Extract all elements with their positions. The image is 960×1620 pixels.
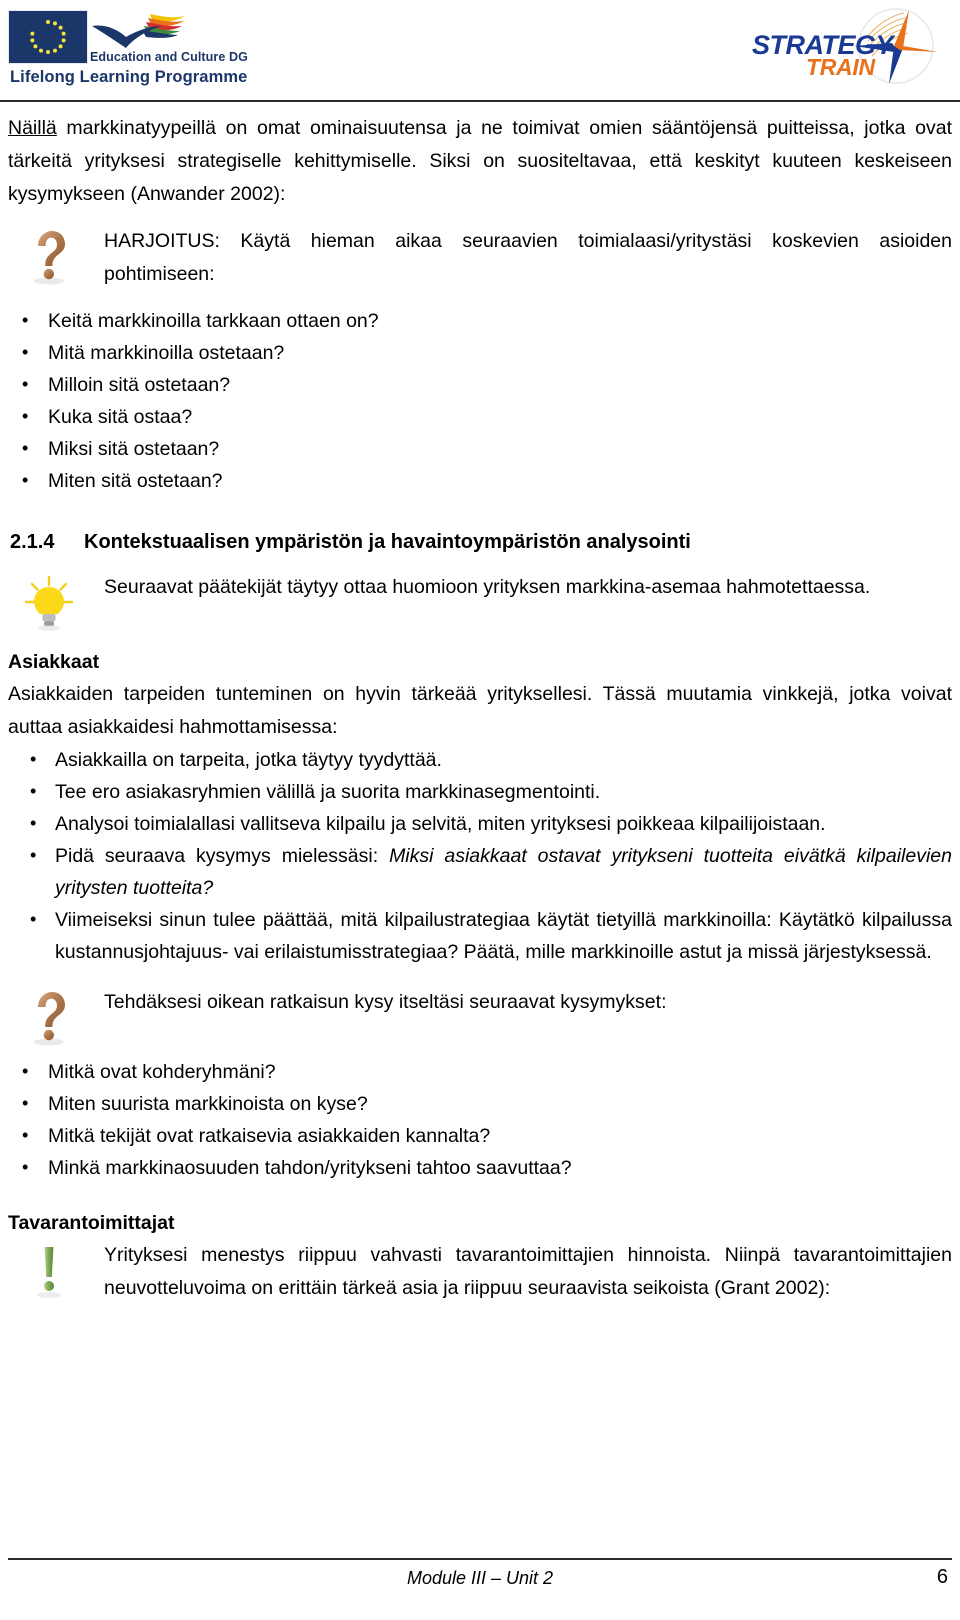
customers-heading: Asiakkaat (8, 651, 100, 673)
intro-paragraph: Näillä markkinatyypeillä on omat ominais… (8, 112, 952, 211)
lightbulb-icon (24, 575, 74, 631)
list-item: Milloin sitä ostetaan? (8, 368, 952, 401)
list-item: Mitkä ovat kohderyhmäni? (8, 1055, 952, 1088)
tip-callout-text: Seuraavat päätekijät täytyy ottaa huomio… (104, 576, 871, 598)
exclamation-mark-icon (37, 1247, 61, 1298)
header-divider (0, 100, 960, 102)
list-item: Miksi sitä ostetaan? (8, 432, 952, 465)
exercise-callout-text: HARJOITUS: Käytä hieman aikaa seuraavien… (104, 230, 952, 285)
customers-bullet-list: Asiakkailla on tarpeita, jotka täytyy ty… (8, 743, 952, 968)
list-item: Miten sitä ostetaan? (8, 464, 952, 497)
list-item: Miten suurista markkinoista on kyse? (8, 1087, 952, 1120)
list-item: Mitkä tekijät ovat ratkaisevia asiakkaid… (8, 1119, 952, 1152)
exercise-question-list: Keitä markkinoilla tarkkaan ottaen on? M… (8, 304, 952, 497)
list-item: Minkä markkinaosuuden tahdon/yritykseni … (8, 1151, 952, 1184)
suppliers-heading: Tavarantoimittajat (8, 1212, 175, 1234)
footer-divider (8, 1558, 952, 1560)
decision-question-list: Mitkä ovat kohderyhmäni? Miten suurista … (8, 1055, 952, 1184)
suppliers-callout-text: Yrityksesi menestys riippuu vahvasti tav… (104, 1244, 952, 1299)
strategy-train-word2: TRAIN (806, 54, 875, 80)
section-heading: 2.1.4 Kontekstuaalisen ympäristön ja hav… (8, 527, 952, 557)
section-number: 2.1.4 (10, 531, 55, 553)
suppliers-callout: Yrityksesi menestys riippuu vahvasti tav… (8, 1239, 952, 1305)
list-item: Asiakkailla on tarpeita, jotka täytyy ty… (8, 743, 952, 776)
section-title: Kontekstuaalisen ympäristön ja havaintoy… (84, 531, 691, 553)
customers-paragraph: Asiakkaiden tarpeiden tunteminen on hyvi… (8, 683, 952, 738)
eu-flag-icon (8, 10, 88, 64)
page-footer: Module III – Unit 2 6 (8, 1558, 952, 1604)
strategy-train-logo: STRATEGY TRAIN (750, 4, 950, 90)
education-culture-swoosh-icon (92, 14, 185, 48)
list-item: Pidä seuraava kysymys mielessäsi: Miksi … (8, 839, 952, 904)
list-item: Keitä markkinoilla tarkkaan ottaen on? (8, 304, 952, 337)
eu-lifelong-learning-logo: Education and Culture DG Lifelong Learni… (8, 6, 248, 90)
page-header: Education and Culture DG Lifelong Learni… (0, 0, 960, 104)
list-item: Viimeiseksi sinun tulee päättää, mitä ki… (8, 903, 952, 968)
list-item: Mitä markkinoilla ostetaan? (8, 336, 952, 369)
question-mark-icon (34, 992, 65, 1046)
page-content: Näillä markkinatyypeillä on omat ominais… (8, 112, 952, 1305)
decision-callout-text: Tehdäksesi oikean ratkaisun kysy itseltä… (104, 991, 667, 1013)
decision-callout: Tehdäksesi oikean ratkaisun kysy itseltä… (8, 986, 952, 1046)
document-page: Education and Culture DG Lifelong Learni… (0, 0, 960, 1620)
lifelong-learning-label: Lifelong Learning Programme (10, 68, 248, 86)
page-number: 6 (936, 1566, 948, 1588)
list-item: Analysoi toimialallasi vallitseva kilpai… (8, 807, 952, 840)
question-mark-icon (34, 231, 65, 285)
intro-underlined-word: Näillä (8, 117, 57, 139)
intro-rest-text: markkinatyypeillä on omat ominaisuutensa… (8, 117, 952, 205)
footer-module-label: Module III – Unit 2 (406, 1568, 554, 1588)
education-culture-label: Education and Culture DG (90, 50, 248, 64)
list-item: Tee ero asiakasryhmien välillä ja suorit… (8, 775, 952, 808)
tip-callout: Seuraavat päätekijät täytyy ottaa huomio… (8, 571, 952, 631)
list-item: Kuka sitä ostaa? (8, 400, 952, 433)
exercise-callout: HARJOITUS: Käytä hieman aikaa seuraavien… (8, 225, 952, 291)
bullet-lead-text: Pidä seuraava kysymys mielessäsi: (55, 845, 390, 867)
